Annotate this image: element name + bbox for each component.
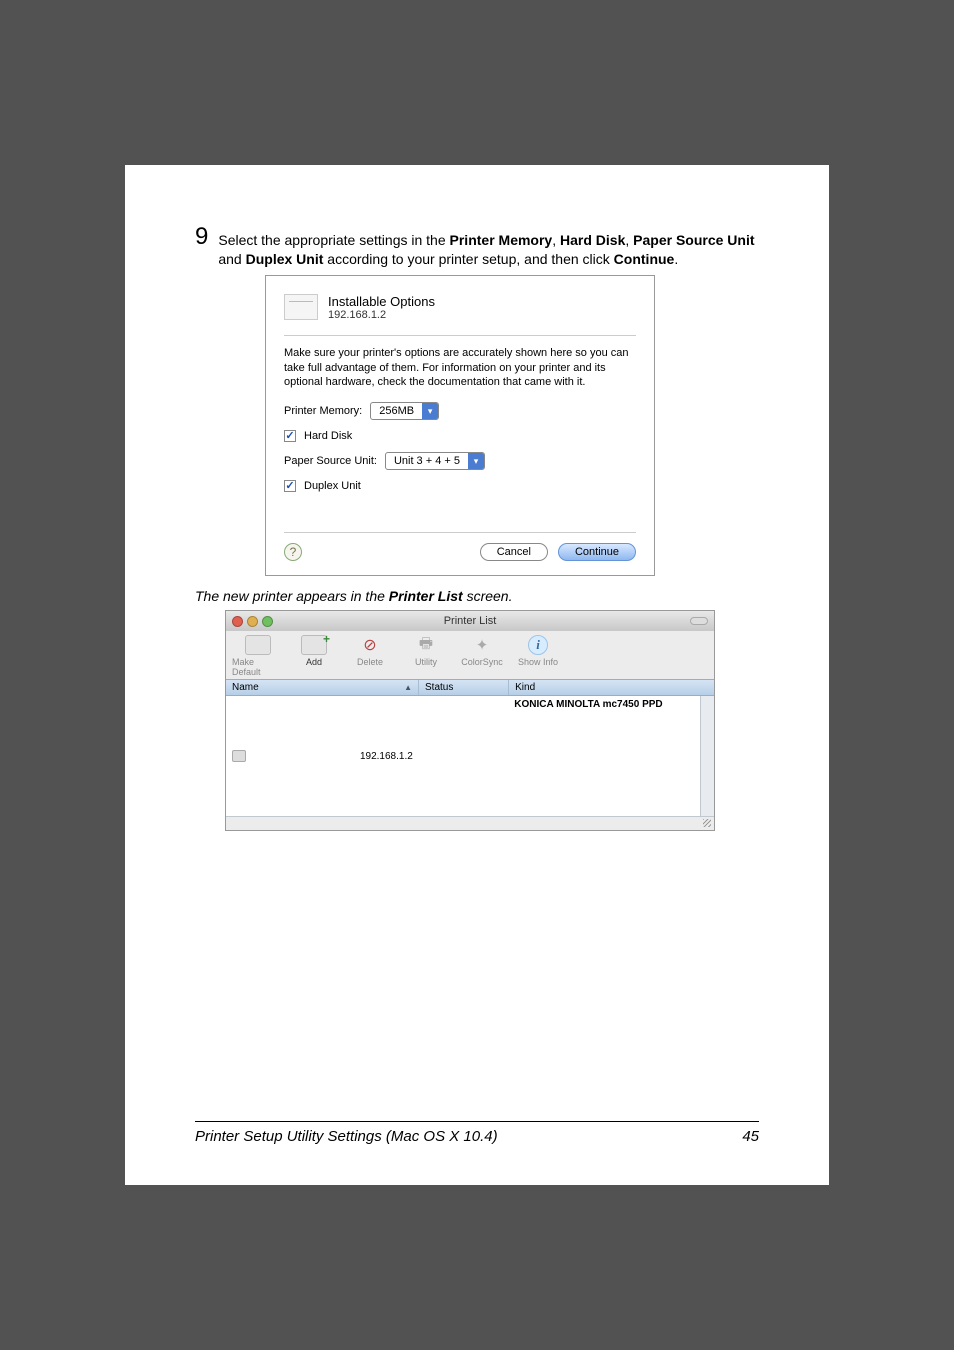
step-number: 9 — [195, 225, 208, 249]
chevron-updown-icon: ▾ — [422, 403, 438, 419]
utility-icon: 🖶 — [413, 635, 439, 655]
row-status-cell — [419, 696, 508, 816]
resize-handle[interactable] — [226, 816, 714, 830]
t: Select the appropriate settings in the — [218, 232, 449, 248]
name-column-header[interactable]: Name ▲ — [226, 680, 419, 695]
duplex-row: Duplex Unit — [284, 480, 636, 492]
paper-source-term: Paper Source Unit — [633, 232, 754, 248]
caption: The new printer appears in the Printer L… — [195, 588, 759, 604]
dialog-note: Make sure your printer's options are acc… — [284, 346, 636, 391]
t: and — [218, 251, 245, 267]
caption-t: screen. — [463, 588, 513, 604]
t: , — [625, 232, 633, 248]
paper-source-row: Paper Source Unit: Unit 3 + 4 + 5 ▾ — [284, 452, 636, 470]
printer-memory-value: 256MB — [371, 403, 422, 419]
help-button[interactable]: ? — [284, 543, 302, 561]
t: , — [552, 232, 560, 248]
colorsync-icon: ✦ — [469, 635, 495, 655]
make-default-label: Make Default — [232, 657, 284, 677]
delete-button[interactable]: ⊘ Delete — [344, 635, 396, 677]
page-number: 45 — [742, 1128, 759, 1145]
caption-t: The new printer appears in the — [195, 588, 389, 604]
dialog-body: Make sure your printer's options are acc… — [284, 335, 636, 493]
duplex-unit-term: Duplex Unit — [246, 251, 324, 267]
t: according to your printer setup, and the… — [323, 251, 613, 267]
duplex-label: Duplex Unit — [304, 480, 361, 492]
printer-memory-select[interactable]: 256MB ▾ — [370, 402, 439, 420]
colorsync-button[interactable]: ✦ ColorSync — [456, 635, 508, 677]
show-info-label: Show Info — [518, 657, 558, 667]
table-row[interactable]: 192.168.1.2 KONICA MINOLTA mc7450 PPD — [226, 696, 714, 816]
colorsync-label: ColorSync — [461, 657, 503, 667]
printer-icon — [245, 635, 271, 655]
printer-memory-label: Printer Memory: — [284, 405, 362, 417]
row-name: 192.168.1.2 — [360, 751, 413, 762]
paper-source-select[interactable]: Unit 3 + 4 + 5 ▾ — [385, 452, 485, 470]
add-label: Add — [306, 657, 322, 667]
continue-term: Continue — [614, 251, 675, 267]
add-button[interactable]: Add — [288, 635, 340, 677]
toolbar: Make Default Add ⊘ Delete 🖶 Utility ✦ Co… — [226, 631, 714, 680]
page-footer: Printer Setup Utility Settings (Mac OS X… — [195, 1121, 759, 1145]
hard-disk-label: Hard Disk — [304, 430, 352, 442]
duplex-checkbox[interactable] — [284, 480, 296, 492]
row-kind-cell: KONICA MINOLTA mc7450 PPD — [508, 696, 714, 816]
dialog-button-bar: ? Cancel Continue — [284, 532, 636, 561]
step-text: Select the appropriate settings in the P… — [218, 225, 759, 269]
make-default-button[interactable]: Make Default — [232, 635, 284, 677]
hard-disk-term: Hard Disk — [560, 232, 625, 248]
page-content: 9 Select the appropriate settings in the… — [195, 225, 759, 1121]
add-printer-icon — [301, 635, 327, 655]
caption-bold: Printer List — [389, 588, 463, 604]
paper-source-label: Paper Source Unit: — [284, 455, 377, 467]
sort-ascending-icon: ▲ — [404, 683, 412, 692]
chevron-updown-icon: ▾ — [468, 453, 484, 469]
printer-list-window: Printer List Make Default Add ⊘ Delete 🖶 — [225, 610, 715, 831]
footer-title: Printer Setup Utility Settings (Mac OS X… — [195, 1128, 498, 1145]
kind-column-header[interactable]: Kind — [509, 680, 714, 695]
col-name-label: Name — [232, 682, 259, 693]
show-info-button[interactable]: i Show Info — [512, 635, 564, 677]
paper-source-value: Unit 3 + 4 + 5 — [386, 453, 468, 469]
continue-button[interactable]: Continue — [558, 543, 636, 561]
hard-disk-checkbox[interactable] — [284, 430, 296, 442]
printer-memory-term: Printer Memory — [450, 232, 553, 248]
dialog-subtitle: 192.168.1.2 — [328, 309, 435, 321]
info-icon: i — [528, 635, 548, 655]
dialog-header: Installable Options 192.168.1.2 — [284, 294, 636, 321]
hard-disk-row: Hard Disk — [284, 430, 636, 442]
printer-memory-row: Printer Memory: 256MB ▾ — [284, 402, 636, 420]
utility-label: Utility — [415, 657, 437, 667]
t: . — [674, 251, 678, 267]
window-title: Printer List — [226, 615, 714, 627]
row-name-cell: 192.168.1.2 — [226, 696, 419, 816]
step-9: 9 Select the appropriate settings in the… — [195, 225, 759, 269]
document-page: 9 Select the appropriate settings in the… — [125, 165, 829, 1185]
column-headers: Name ▲ Status Kind — [226, 680, 714, 696]
printer-icon — [284, 294, 318, 320]
printer-list-body: 192.168.1.2 KONICA MINOLTA mc7450 PPD — [226, 696, 714, 816]
delete-label: Delete — [357, 657, 383, 667]
dialog-title: Installable Options — [328, 294, 435, 309]
vertical-scrollbar[interactable] — [700, 696, 714, 816]
printer-row-icon — [232, 750, 246, 762]
utility-button[interactable]: 🖶 Utility — [400, 635, 452, 677]
cancel-button[interactable]: Cancel — [480, 543, 548, 561]
titlebar[interactable]: Printer List — [226, 611, 714, 631]
status-column-header[interactable]: Status — [419, 680, 509, 695]
delete-icon: ⊘ — [357, 635, 383, 655]
installable-options-dialog: Installable Options 192.168.1.2 Make sur… — [265, 275, 655, 577]
